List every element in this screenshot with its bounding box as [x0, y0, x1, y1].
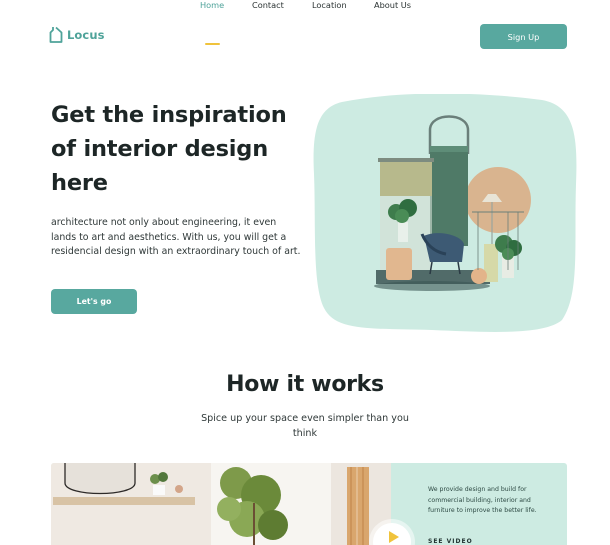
nav-link-about-us[interactable]: About Us: [374, 0, 411, 10]
how-it-works-title: How it works: [226, 372, 384, 397]
hero-image: [312, 93, 578, 333]
see-video-link[interactable]: SEE VIDEO: [428, 538, 473, 545]
nav-link-home[interactable]: Home: [200, 0, 224, 10]
lets-go-button[interactable]: Let's go: [51, 289, 137, 314]
video-card-description: We provide design and build for commerci…: [428, 486, 537, 515]
video-card: We provide design and build for commerci…: [51, 463, 567, 545]
brand-name: Locus: [67, 27, 105, 42]
active-nav-indicator: [205, 43, 220, 45]
interior-design-illustration-icon: [313, 93, 577, 332]
video-thumbnail[interactable]: [51, 463, 391, 545]
sign-up-button[interactable]: Sign Up: [480, 24, 567, 49]
nav-link-location[interactable]: Location: [312, 0, 347, 10]
nav-link-contact[interactable]: Contact: [252, 0, 284, 10]
play-icon: [388, 531, 399, 543]
house-logo-icon: [49, 26, 63, 43]
how-it-works-subtitle: Spice up your space even simpler than yo…: [201, 413, 409, 439]
hero-title: Get the inspiration of interior design h…: [51, 102, 287, 196]
living-room-photo-icon: [51, 463, 391, 545]
logo[interactable]: Locus: [49, 26, 105, 43]
hero-description: architecture not only about engineering,…: [51, 217, 301, 258]
top-nav: Locus Home Contact Location About Us Sig…: [0, 0, 610, 72]
